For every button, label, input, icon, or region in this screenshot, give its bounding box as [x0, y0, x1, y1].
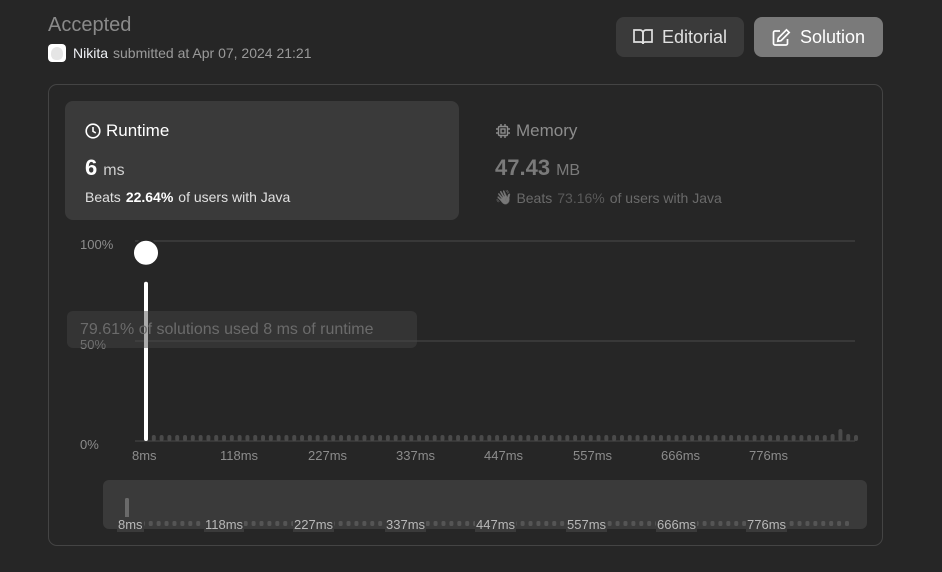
range-bar: [639, 521, 644, 526]
range-label: 557ms: [566, 517, 608, 532]
range-bar: [789, 521, 794, 526]
range-label: 227ms: [293, 517, 335, 532]
range-bar: [560, 521, 565, 526]
range-bar: [797, 521, 802, 526]
range-label: 447ms: [475, 517, 517, 532]
range-bar: [164, 521, 169, 526]
editorial-button[interactable]: Editorial: [616, 17, 744, 57]
runtime-value: 6: [85, 155, 98, 180]
range-bar: [718, 521, 723, 526]
range-bar: [283, 521, 288, 526]
runtime-title: Runtime: [106, 121, 170, 140]
avatar[interactable]: [48, 44, 66, 62]
range-bar: [623, 521, 628, 526]
range-bar: [156, 521, 161, 526]
chip-icon: [495, 123, 511, 139]
memory-title: Memory: [516, 121, 578, 140]
range-bar: [734, 521, 739, 526]
range-bar: [275, 521, 280, 526]
runtime-unit: ms: [103, 162, 125, 179]
x-tick-label: 8ms: [132, 448, 157, 463]
range-label: 8ms: [117, 517, 144, 532]
range-bar: [378, 521, 383, 526]
range-bar: [845, 521, 849, 526]
range-bar: [465, 521, 470, 526]
range-bar: [528, 521, 533, 526]
range-bar: [702, 521, 707, 526]
chart-tooltip: 79.61% of solutions used 8 ms of runtime: [67, 311, 417, 348]
range-bar: [520, 521, 525, 526]
range-label: 776ms: [746, 517, 788, 532]
memory-beats-pct: 73.16%: [557, 189, 605, 206]
runtime-beats-prefix: Beats: [85, 189, 121, 205]
range-selector[interactable]: 8ms 118ms 227ms 337ms 447ms 557ms 666ms 776ms: [103, 480, 867, 532]
clock-icon: [85, 123, 101, 139]
range-bar: [196, 521, 201, 526]
range-bar: [354, 521, 359, 526]
edit-icon: [772, 28, 791, 47]
range-bar: [536, 521, 541, 526]
range-bar: [251, 521, 256, 526]
range-bar: [362, 521, 367, 526]
y-tick-label: 0%: [80, 437, 99, 452]
range-bar: [607, 521, 612, 526]
x-tick-label: 557ms: [573, 448, 613, 463]
submitted-time: submitted at Apr 07, 2024 21:21: [113, 45, 312, 61]
range-bar: [544, 521, 549, 526]
x-tick-label: 337ms: [396, 448, 436, 463]
range-bar: [433, 521, 438, 526]
x-tick-label: 227ms: [308, 448, 348, 463]
solution-label: Solution: [799, 26, 866, 47]
range-bar: [552, 521, 557, 526]
range-bar: [457, 521, 462, 526]
range-bar: [726, 521, 731, 526]
range-bar: [710, 521, 715, 526]
range-bar: [338, 521, 343, 526]
range-bar: [631, 521, 636, 526]
range-bar: [148, 521, 153, 526]
range-bar: [829, 521, 834, 526]
range-bar: [813, 521, 818, 526]
y-tick-label: 100%: [80, 237, 114, 252]
range-bar: [441, 521, 446, 526]
range-bar: [172, 521, 177, 526]
runtime-beats-pct: 22.64%: [125, 189, 174, 205]
x-tick-label: 447ms: [484, 448, 524, 463]
range-bar: [805, 521, 810, 526]
range-bar: [837, 521, 842, 526]
memory-value: 47.43: [495, 155, 551, 180]
waving-hand-icon: 👋: [495, 189, 513, 205]
memory-unit: MB: [556, 162, 581, 179]
memory-beats-suffix: of users with Java: [609, 189, 722, 206]
range-bar: [267, 521, 272, 526]
range-bar: [425, 521, 430, 526]
submission-info: Nikita submitted at Apr 07, 2024 21:21: [48, 44, 312, 62]
x-tick-label: 118ms: [220, 448, 259, 463]
username[interactable]: Nikita: [73, 45, 108, 61]
range-bar: [615, 521, 620, 526]
runtime-card[interactable]: Runtime 6 ms Beats 22.64% of users with …: [65, 101, 459, 220]
x-tick-label: 776ms: [749, 448, 789, 463]
range-bar: [449, 521, 454, 526]
submission-status: Accepted: [48, 14, 132, 36]
range-bar: [188, 521, 193, 526]
range-label: 666ms: [656, 517, 698, 532]
book-icon: [633, 28, 653, 46]
range-bar: [259, 521, 264, 526]
x-tick-label: 666ms: [661, 448, 701, 463]
memory-beats-prefix: Beats: [516, 189, 553, 206]
range-bar: [180, 521, 185, 526]
range-bar: [370, 521, 375, 526]
solution-button[interactable]: Solution: [754, 17, 883, 57]
range-label: 337ms: [385, 517, 427, 532]
range-bar: [346, 521, 351, 526]
editorial-label: Editorial: [661, 26, 728, 47]
runtime-beats-suffix: of users with Java: [178, 189, 291, 205]
memory-card[interactable]: Memory 47.43 MB 👋 Beats 73.16% of users …: [475, 101, 869, 220]
range-bar: [821, 521, 826, 526]
range-bar: [647, 521, 652, 526]
range-bar: [243, 521, 248, 526]
range-label: 118ms: [204, 517, 245, 532]
